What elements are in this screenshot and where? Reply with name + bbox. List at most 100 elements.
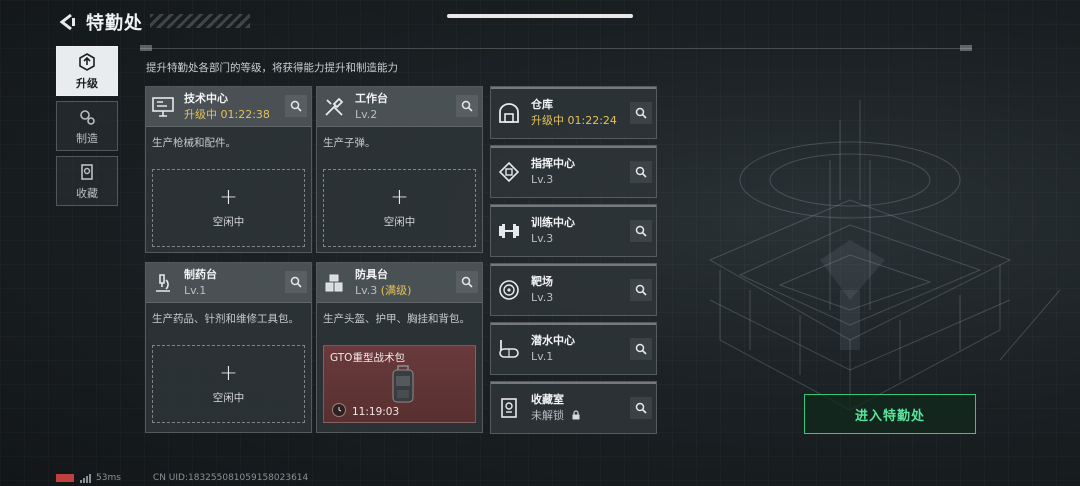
search-icon [635, 166, 647, 178]
tab-upgrade[interactable]: 升级 [56, 46, 118, 96]
tab-collection[interactable]: 收藏 [56, 156, 118, 206]
search-icon [635, 402, 647, 414]
department-card-warehouse[interactable]: 仓库 升级中 01:22:24 [490, 86, 657, 139]
inspect-button[interactable] [456, 271, 478, 293]
inspect-button[interactable] [285, 95, 307, 117]
inspect-button[interactable] [630, 397, 652, 419]
card-name: 靶场 [531, 274, 553, 288]
search-icon [290, 276, 302, 288]
card-name: 防具台 [355, 267, 388, 281]
battery-icon [56, 474, 74, 482]
search-icon [635, 107, 647, 119]
production-slot-empty[interactable]: + 空闲中 [323, 169, 476, 247]
department-card-training-center[interactable]: 训练中心 Lv.3 [490, 204, 657, 257]
inspect-button[interactable] [285, 271, 307, 293]
plus-icon: + [219, 360, 238, 386]
frame-corner [140, 45, 152, 51]
collection-icon [77, 162, 97, 182]
card-name: 仓库 [531, 97, 553, 111]
card-status: Lv.1 [184, 283, 207, 297]
production-slot-empty[interactable]: + 空闲中 [152, 169, 305, 247]
card-status: Lv.3 [355, 283, 378, 297]
department-card-shooting-range[interactable]: 靶场 Lv.3 [490, 263, 657, 316]
inspect-button[interactable] [630, 338, 652, 360]
max-level-badge: (满级) [380, 283, 412, 297]
card-status: 未解锁 [531, 408, 564, 422]
card-status: Lv.2 [355, 107, 378, 121]
department-card-diving-center[interactable]: 潜水中心 Lv.1 [490, 322, 657, 375]
production-slot-empty[interactable]: + 空闲中 [152, 345, 305, 423]
back-button[interactable] [54, 9, 80, 35]
plus-icon: + [219, 184, 238, 210]
lock-icon [572, 409, 579, 419]
department-card-pharmacy[interactable]: 制药台 Lv.1 生产药品、针剂和维修工具包。 + 空闲中 [145, 262, 312, 433]
page-subtitle: 提升特勤处各部门的等级，将获得能力提升和制造能力 [146, 62, 398, 74]
card-description: 生产子弹。 [323, 137, 376, 149]
production-timer: 11:19:03 [352, 406, 400, 418]
production-slot-active[interactable]: GTO重型战术包 11:19:03 [323, 345, 476, 423]
inspect-button[interactable] [630, 220, 652, 242]
department-card-armor-bench[interactable]: 防具台 Lv.3 (满级) 生产头盔、护甲、胸挂和背包。 GTO重型战术包 11… [316, 262, 483, 433]
diving-mask-icon [491, 322, 527, 375]
department-card-command-center[interactable]: 指挥中心 Lv.3 [490, 145, 657, 198]
upgrade-icon [77, 52, 97, 72]
armor-icon [317, 263, 351, 303]
uid-text: CN UID:18325508105915802361​4 [152, 473, 309, 483]
timer-icon [332, 403, 346, 417]
department-card-workbench[interactable]: 工作台 Lv.2 生产子弹。 + 空闲中 [316, 86, 483, 253]
frame-corner [960, 45, 972, 51]
inspect-button[interactable] [630, 161, 652, 183]
title-decoration [150, 14, 250, 28]
card-name: 工作台 [355, 91, 388, 105]
card-name: 训练中心 [531, 215, 575, 229]
inspect-button[interactable] [630, 102, 652, 124]
enter-special-ops-button[interactable]: 进入特勤处 [804, 394, 976, 434]
trophy-icon [491, 381, 527, 434]
signal-icon [80, 473, 92, 483]
ping-text: 53ms [96, 473, 121, 483]
inspect-button[interactable] [456, 95, 478, 117]
header: 特勤处 [54, 8, 143, 36]
search-icon [290, 100, 302, 112]
card-description: 生产头盔、护甲、胸挂和背包。 [323, 313, 470, 325]
card-name: 收藏室 [531, 392, 564, 406]
card-description: 生产枪械和配件。 [152, 137, 236, 149]
card-header: 工作台 Lv.2 [317, 87, 482, 127]
inspect-button[interactable] [630, 279, 652, 301]
side-nav: 升级 制造 收藏 [56, 46, 118, 211]
slot-status: 空闲中 [383, 215, 416, 228]
card-header: 制药台 Lv.1 [146, 263, 311, 303]
target-icon [491, 263, 527, 316]
card-status: 升级中 01:22:24 [531, 113, 617, 127]
card-status: Lv.3 [531, 172, 554, 186]
tab-collection-label: 收藏 [76, 186, 98, 200]
department-card-collection-room[interactable]: 收藏室 未解锁 [490, 381, 657, 434]
card-status: Lv.1 [531, 349, 554, 363]
frame-divider [140, 48, 972, 49]
search-icon [635, 225, 647, 237]
warehouse-icon [491, 86, 527, 139]
card-name: 指挥中心 [531, 156, 575, 170]
card-name: 潜水中心 [531, 333, 575, 347]
back-arrow-icon [59, 13, 75, 31]
search-icon [635, 343, 647, 355]
department-card-tech-center[interactable]: 技术中心 升级中 01:22:38 生产枪械和配件。 + 空闲中 [145, 86, 312, 253]
page-title: 特勤处 [86, 13, 143, 34]
tools-icon [317, 87, 351, 127]
tab-craft-label: 制造 [76, 131, 98, 145]
gears-icon [77, 107, 97, 127]
card-header: 防具台 Lv.3 (满级) [317, 263, 482, 303]
tab-craft[interactable]: 制造 [56, 101, 118, 151]
tab-upgrade-label: 升级 [76, 76, 98, 90]
microscope-icon [146, 263, 180, 303]
card-status: Lv.3 [531, 290, 554, 304]
top-drag-handle[interactable] [447, 14, 633, 18]
plus-icon: + [390, 184, 409, 210]
card-status: Lv.3 [531, 231, 554, 245]
status-footer: 53ms CN UID:18325508105915802361​4 [56, 472, 308, 484]
card-name: 制药台 [184, 267, 217, 281]
card-header: 技术中心 升级中 01:22:38 [146, 87, 311, 127]
card-description: 生产药品、针剂和维修工具包。 [152, 313, 299, 325]
production-item-name: GTO重型战术包 [330, 352, 405, 364]
dumbbell-icon [491, 204, 527, 257]
